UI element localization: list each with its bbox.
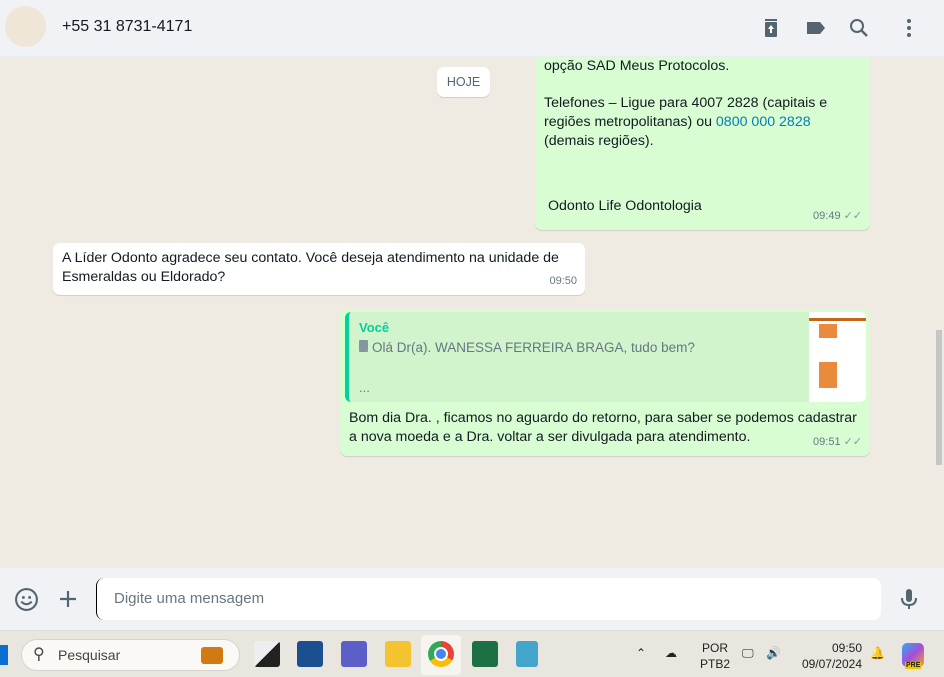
- lang-code: POR: [702, 641, 729, 655]
- briefcase-icon: [201, 647, 223, 664]
- network-icon[interactable]: 🖵: [742, 645, 754, 661]
- search-label: Pesquisar: [58, 647, 121, 663]
- windows-start-icon[interactable]: [0, 645, 8, 665]
- document-thumbnail[interactable]: [809, 312, 866, 402]
- scrollbar[interactable]: [936, 330, 942, 465]
- label-icon[interactable]: [804, 16, 828, 40]
- chevron-up-icon[interactable]: ⌃: [636, 645, 646, 661]
- timestamp: 09:50: [549, 275, 577, 287]
- store-icon[interactable]: [297, 641, 323, 667]
- volume-icon[interactable]: 🔊: [766, 645, 781, 661]
- emoji-icon[interactable]: [14, 587, 39, 612]
- copilot-icon[interactable]: PRE: [902, 643, 924, 669]
- chrome-icon[interactable]: [428, 641, 454, 667]
- double-check-icon: ✓✓: [843, 436, 862, 448]
- quote-text: Olá Dr(a). WANESSA FERREIRA BRAGA, tudo …: [372, 340, 695, 355]
- message-text: Telefones – Ligue para 4007 2828 (capita…: [544, 94, 861, 151]
- clock[interactable]: 09:50 09/07/2024: [800, 640, 862, 672]
- composer: Digite uma mensagem: [0, 568, 944, 630]
- task-view-icon[interactable]: [254, 641, 280, 667]
- timestamp: 09:51: [813, 436, 841, 448]
- notepad-icon[interactable]: [516, 641, 538, 667]
- date-chip: HOJE: [437, 67, 490, 97]
- search-icon[interactable]: [847, 16, 871, 40]
- message-outgoing: Você Olá Dr(a). WANESSA FERREIRA BRAGA, …: [340, 309, 870, 456]
- message-meta: 09:51 ✓✓: [813, 433, 862, 452]
- excel-icon[interactable]: [472, 641, 498, 667]
- timestamp: 09:49: [813, 210, 841, 222]
- archive-delete-icon[interactable]: [759, 16, 783, 40]
- contact-name[interactable]: +55 31 8731-4171: [62, 18, 192, 36]
- double-check-icon: ✓✓: [843, 210, 862, 222]
- date: 09/07/2024: [801, 657, 862, 671]
- message-text: A Líder Odonto agradece seu contato. Voc…: [62, 250, 559, 285]
- chat-header: +55 31 8731-4171: [0, 0, 944, 57]
- signature: Odonto Life Odontologia: [548, 198, 702, 214]
- quote-more: ...: [359, 380, 370, 395]
- message-text: Bom dia Dra. , ficamos no aguardo do ret…: [349, 410, 857, 445]
- file-explorer-icon[interactable]: [385, 641, 411, 667]
- microphone-icon[interactable]: [897, 587, 921, 611]
- keyboard-layout: PTB2: [700, 657, 731, 671]
- teams-icon[interactable]: [341, 641, 367, 667]
- time: 09:50: [831, 641, 862, 655]
- search-icon: ⚲: [33, 646, 45, 663]
- message-text: opção SAD Meus Protocolos.: [544, 58, 730, 74]
- taskbar: ⚲ Pesquisar ⌃ ☁ POR PTB2 🖵 🔊 09:50 09/07/20…: [0, 630, 944, 677]
- language-indicator[interactable]: POR PTB2: [700, 640, 730, 672]
- menu-icon[interactable]: [897, 16, 921, 40]
- message-input[interactable]: Digite uma mensagem: [96, 578, 881, 620]
- message-outgoing: opção SAD Meus Protocolos. Telefones – L…: [535, 57, 870, 230]
- quoted-message[interactable]: Você Olá Dr(a). WANESSA FERREIRA BRAGA, …: [345, 312, 866, 402]
- message-meta: 09:49 ✓✓: [813, 207, 862, 226]
- message-list[interactable]: opção SAD Meus Protocolos. Telefones – L…: [0, 57, 944, 568]
- attach-plus-icon[interactable]: [56, 587, 80, 611]
- message-incoming: A Líder Odonto agradece seu contato. Voc…: [53, 243, 585, 295]
- taskbar-search[interactable]: ⚲ Pesquisar: [21, 639, 240, 671]
- bell-icon[interactable]: 🔔: [870, 645, 885, 661]
- contact-avatar[interactable]: [5, 6, 46, 47]
- copilot-badge: PRE: [905, 662, 922, 669]
- document-icon: [359, 340, 368, 352]
- text: (demais regiões).: [544, 133, 654, 149]
- phone-link[interactable]: 0800 000 2828: [716, 114, 811, 130]
- cloud-off-icon[interactable]: ☁: [665, 645, 677, 661]
- quote-author: Você: [359, 320, 390, 335]
